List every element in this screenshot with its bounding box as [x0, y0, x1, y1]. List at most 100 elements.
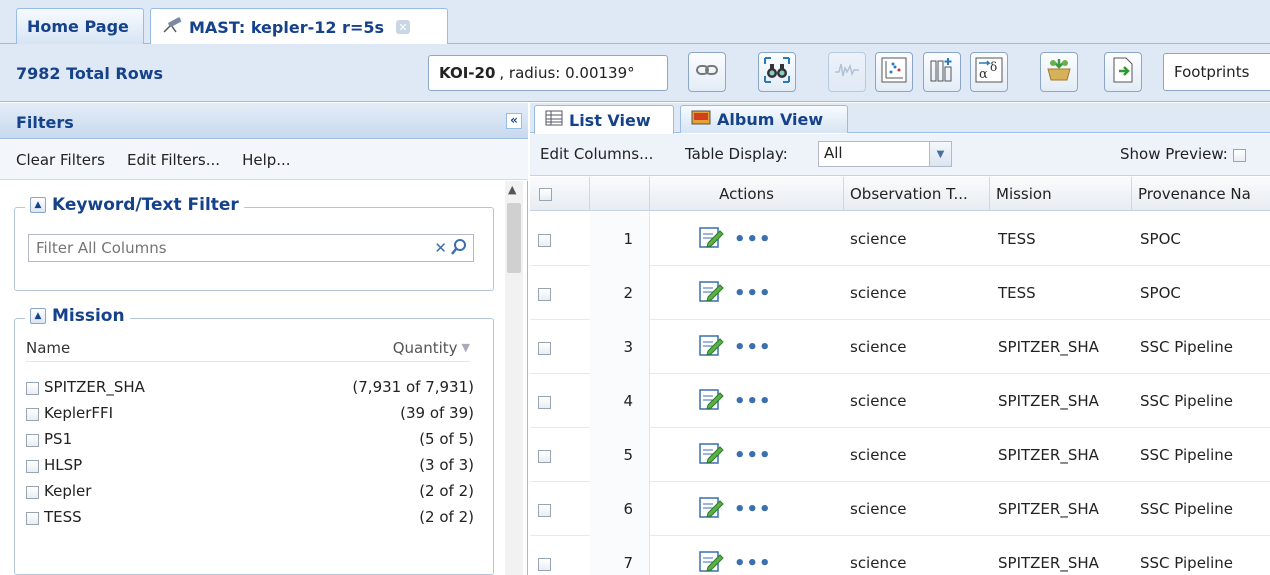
row-checkbox[interactable] — [538, 234, 551, 247]
mission-filter-title[interactable]: ▲ Mission — [25, 306, 130, 326]
mission-list-header: Name Quantity ▼ — [26, 334, 470, 362]
col-header-mission[interactable]: Mission — [990, 177, 1132, 211]
add-to-basket-button[interactable] — [1040, 52, 1078, 92]
more-actions-icon[interactable]: ••• — [734, 391, 772, 412]
clear-filters-button[interactable]: Clear Filters — [16, 151, 105, 169]
mission-checkbox[interactable] — [26, 512, 39, 525]
mission-checkbox[interactable] — [26, 434, 39, 447]
mission-checkbox[interactable] — [26, 382, 39, 395]
mission-item[interactable]: KeplerFFI (39 of 39) — [26, 400, 474, 426]
row-number: 2 — [590, 266, 650, 320]
mission-col-name[interactable]: Name — [26, 339, 70, 357]
scroll-up-icon[interactable]: ▲ — [508, 183, 516, 196]
collapse-toggle-icon[interactable]: ▲ — [30, 197, 46, 213]
keyword-filter-title[interactable]: ▲ Keyword/Text Filter — [25, 195, 244, 215]
select-all-checkbox[interactable] — [539, 187, 552, 201]
col-header-observation-type[interactable]: Observation T... — [844, 177, 990, 211]
edit-note-icon[interactable] — [698, 495, 724, 523]
edit-note-icon[interactable] — [698, 279, 724, 307]
export-icon — [1111, 57, 1135, 87]
chevron-down-icon[interactable]: ▼ — [929, 142, 951, 166]
target-info-box[interactable]: KOI-20 , radius: 0.00139° — [428, 55, 668, 91]
results-toolbar: 7982 Total Rows KOI-20 , radius: 0.00139… — [0, 44, 1270, 102]
link-button[interactable] — [688, 52, 726, 92]
mission-checkbox[interactable] — [26, 408, 39, 421]
row-checkbox[interactable] — [538, 558, 551, 571]
scrollbar-thumb[interactable] — [507, 203, 521, 273]
row-checkbox[interactable] — [538, 288, 551, 301]
columns-button[interactable] — [923, 52, 961, 92]
show-preview-checkbox[interactable] — [1232, 149, 1246, 162]
edit-filters-button[interactable]: Edit Filters... — [127, 151, 220, 169]
target-name: KOI-20 — [439, 64, 496, 82]
table-row[interactable]: 5 ••• science SPITZER_SHA SSC Pipeline — [530, 428, 1270, 482]
help-button[interactable]: Help... — [242, 151, 291, 169]
cross-match-button[interactable]: αδ — [970, 52, 1008, 92]
edit-note-icon[interactable] — [698, 549, 724, 575]
export-table-button[interactable] — [1104, 52, 1142, 92]
cell-mission: SPITZER_SHA — [998, 446, 1099, 464]
edit-columns-button[interactable]: Edit Columns... — [540, 145, 653, 163]
table-display-select[interactable]: All ▼ — [818, 141, 952, 167]
mission-checkbox[interactable] — [26, 460, 39, 473]
more-actions-icon[interactable]: ••• — [734, 499, 772, 520]
edit-note-icon[interactable] — [698, 387, 724, 415]
cell-provenance: SSC Pipeline — [1140, 338, 1233, 356]
more-actions-icon[interactable]: ••• — [734, 229, 772, 250]
table-row[interactable]: 6 ••• science SPITZER_SHA SSC Pipeline — [530, 482, 1270, 536]
cell-mission: SPITZER_SHA — [998, 338, 1099, 356]
grid-header: Actions Observation T... Mission Provena… — [530, 177, 1270, 211]
binoculars-icon — [763, 56, 791, 88]
chain-link-icon — [696, 63, 718, 81]
row-number: 1 — [590, 212, 650, 266]
more-actions-icon[interactable]: ••• — [734, 283, 772, 304]
cell-mission: SPITZER_SHA — [998, 392, 1099, 410]
clear-icon[interactable]: ✕ — [434, 239, 447, 257]
tab-home-page[interactable]: Home Page — [16, 8, 144, 44]
table-row[interactable]: 2 ••• science TESS SPOC — [530, 266, 1270, 320]
filters-scrollbar[interactable]: ▲ — [505, 181, 523, 575]
mission-qty: (7,931 of 7,931) — [352, 378, 474, 396]
table-row[interactable]: 3 ••• science SPITZER_SHA SSC Pipeline — [530, 320, 1270, 374]
more-actions-icon[interactable]: ••• — [734, 553, 772, 574]
row-number: 6 — [590, 482, 650, 536]
table-row[interactable]: 1 ••• science TESS SPOC — [530, 212, 1270, 266]
row-checkbox[interactable] — [538, 342, 551, 355]
collapse-toggle-icon[interactable]: ▲ — [30, 308, 46, 324]
inspect-button[interactable] — [758, 52, 796, 92]
edit-note-icon[interactable] — [698, 333, 724, 361]
col-header-actions[interactable]: Actions — [650, 177, 844, 211]
cell-obs-type: science — [850, 284, 907, 302]
row-checkbox[interactable] — [538, 504, 551, 517]
row-checkbox[interactable] — [538, 396, 551, 409]
row-checkbox[interactable] — [538, 450, 551, 463]
cell-provenance: SPOC — [1140, 284, 1181, 302]
tab-mast-label: MAST: kepler-12 r=5s — [189, 17, 385, 37]
spectrum-button[interactable] — [828, 52, 866, 92]
table-row[interactable]: 4 ••• science SPITZER_SHA SSC Pipeline — [530, 374, 1270, 428]
collapse-panel-icon[interactable]: « — [506, 113, 522, 129]
mission-col-quantity[interactable]: Quantity ▼ — [393, 339, 470, 357]
table-row[interactable]: 7 ••• science SPITZER_SHA SSC Pipeline — [530, 536, 1270, 575]
mission-checkbox[interactable] — [26, 486, 39, 499]
footprints-button[interactable]: Footprints — [1163, 53, 1270, 91]
search-icon[interactable] — [450, 238, 468, 260]
col-header-provenance[interactable]: Provenance Na — [1132, 177, 1270, 211]
tab-album-view[interactable]: Album View — [680, 105, 848, 133]
mission-item[interactable]: HLSP (3 of 3) — [26, 452, 474, 478]
mission-item[interactable]: PS1 (5 of 5) — [26, 426, 474, 452]
tab-mast-search[interactable]: MAST: kepler-12 r=5s ✕ — [150, 8, 448, 45]
mission-item[interactable]: TESS (2 of 2) — [26, 504, 474, 530]
keyword-search-input[interactable] — [34, 238, 414, 258]
select-all-header[interactable] — [530, 177, 590, 211]
more-actions-icon[interactable]: ••• — [734, 337, 772, 358]
scatter-plot-button[interactable] — [875, 52, 913, 92]
edit-note-icon[interactable] — [698, 441, 724, 469]
edit-note-icon[interactable] — [698, 225, 724, 253]
filter-all-columns-input[interactable]: ✕ — [28, 234, 474, 262]
more-actions-icon[interactable]: ••• — [734, 445, 772, 466]
tab-close-icon[interactable]: ✕ — [396, 20, 411, 34]
mission-item[interactable]: Kepler (2 of 2) — [26, 478, 474, 504]
mission-item[interactable]: SPITZER_SHA (7,931 of 7,931) — [26, 374, 474, 400]
tab-list-view[interactable]: List View — [534, 105, 674, 134]
